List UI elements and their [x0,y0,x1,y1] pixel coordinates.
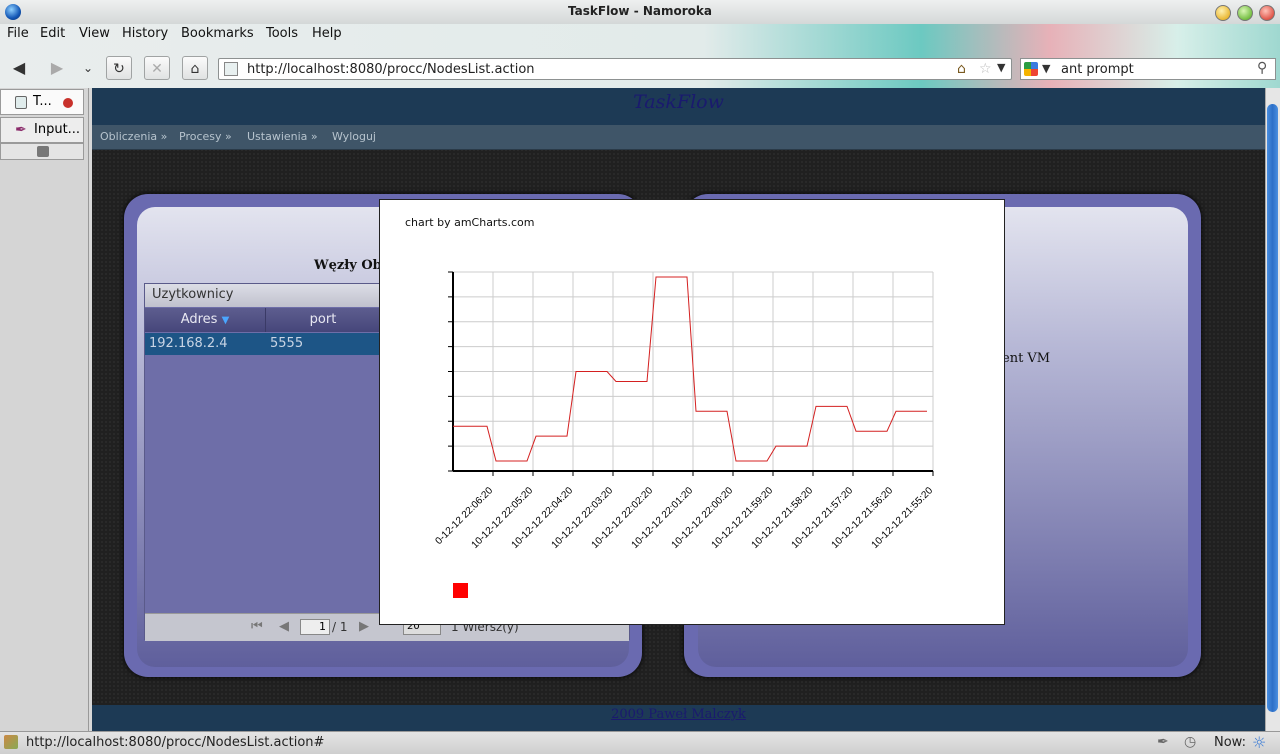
next-page-icon[interactable]: ▶ [359,619,369,634]
search-engine-icon[interactable] [1024,62,1038,76]
home-icon: ⌂ [957,61,966,77]
status-url: http://localhost:8080/procc/NodesList.ac… [26,735,325,750]
reload-button[interactable]: ↻ [106,56,132,80]
search-engine-dropdown-icon[interactable]: ▼ [1042,62,1050,75]
forward-arrow-icon[interactable]: ▶ [45,56,69,80]
page-count: / 1 [332,620,348,634]
page-number-input[interactable]: 1 [300,619,330,635]
maximize-icon[interactable] [1237,5,1253,21]
history-dropdown-icon[interactable]: ⌄ [76,56,100,80]
search-icon[interactable]: ⚲ [1257,60,1267,76]
home-button[interactable]: ⌂ [182,56,208,80]
close-icon[interactable] [1259,5,1275,21]
window-titlebar: TaskFlow - Namoroka [0,0,1280,25]
column-label: Adres [180,312,218,327]
clock-icon[interactable]: ◷ [1184,734,1196,750]
column-header-adres[interactable]: Adres ▼ [145,308,266,332]
legend-marker [453,583,468,598]
first-page-icon[interactable]: ⏮ [251,619,263,634]
grid-title: Uzytkownicy [152,287,234,302]
weather-sun-icon[interactable]: ☼ [1252,733,1266,752]
right-panel-text: ent VM [1002,351,1051,366]
bookmark-star-icon[interactable]: ☆ [979,61,992,77]
url-dropdown-icon[interactable]: ▼ [997,61,1005,74]
footer-link[interactable]: 2009 Paweł Malczyk [611,707,746,722]
feather-icon: ✒ [15,122,27,138]
menu-file[interactable]: File [7,26,29,41]
menu-help[interactable]: Help [312,26,342,41]
cell-address: 192.168.2.4 [149,336,228,351]
site-title-link[interactable]: TaskFlow [633,91,724,113]
addon-icon[interactable]: ✒ [1157,734,1169,750]
nav-wyloguj[interactable]: Wyloguj [332,130,376,143]
search-bar[interactable]: ▼ ant prompt ⚲ [1020,58,1276,80]
prev-page-icon[interactable]: ◀ [279,619,289,634]
panel-heading: Węzły Ob [314,258,382,273]
nav-obliczenia[interactable]: Obliczenia » [100,130,167,143]
tab-label: T... [33,94,52,109]
menu-tools[interactable]: Tools [266,26,298,41]
tab-label: Input... [34,122,81,137]
nav-ustawienia[interactable]: Ustawienia » [247,130,318,143]
menu-bookmarks[interactable]: Bookmarks [181,26,254,41]
sidebar-tabs: T... ✒ Input... [0,88,89,731]
site-nav: Obliczenia » Procesy » Ustawienia » Wylo… [92,125,1265,150]
menu-view[interactable]: View [79,26,110,41]
url-text: http://localhost:8080/procc/NodesList.ac… [247,62,535,77]
series-line [453,276,927,462]
now-label: Now: [1214,735,1246,750]
tab-input[interactable]: ✒ Input... [0,117,84,143]
nav-procesy[interactable]: Procesy » [179,130,232,143]
scrollbar-thumb[interactable] [1267,104,1278,712]
sort-desc-icon: ▼ [221,315,230,326]
chart-popup: chart by amCharts.com 0-12-12 22:06:20 10… [379,199,1005,625]
menu-edit[interactable]: Edit [40,26,65,41]
status-bar: http://localhost:8080/procc/NodesList.ac… [0,731,1280,754]
download-icon [37,146,49,157]
page-icon [15,96,27,109]
cell-port: 5555 [270,336,304,351]
site-header: TaskFlow [92,88,1265,128]
column-label: port [309,312,337,327]
back-arrow-icon[interactable]: ◀ [7,56,31,80]
window-title: TaskFlow - Namoroka [568,4,712,18]
url-bar[interactable]: http://localhost:8080/procc/NodesList.ac… [218,58,1012,80]
tab-close-icon[interactable] [63,98,73,108]
search-input[interactable]: ant prompt [1061,62,1134,77]
sidebar-grip[interactable] [0,143,84,160]
tab-taskflow[interactable]: T... [0,89,84,115]
site-footer: 2009 Paweł Malczyk [92,705,1265,731]
menu-history[interactable]: History [122,26,168,41]
status-icon [4,735,18,749]
stop-button[interactable]: ✕ [144,56,170,80]
line-chart: 0-12-12 22:06:2010-12-12 22:05:2010-12-1… [433,271,935,598]
site-identity-icon[interactable] [224,62,238,76]
minimize-icon[interactable] [1215,5,1231,21]
column-header-port[interactable]: port [266,308,380,332]
